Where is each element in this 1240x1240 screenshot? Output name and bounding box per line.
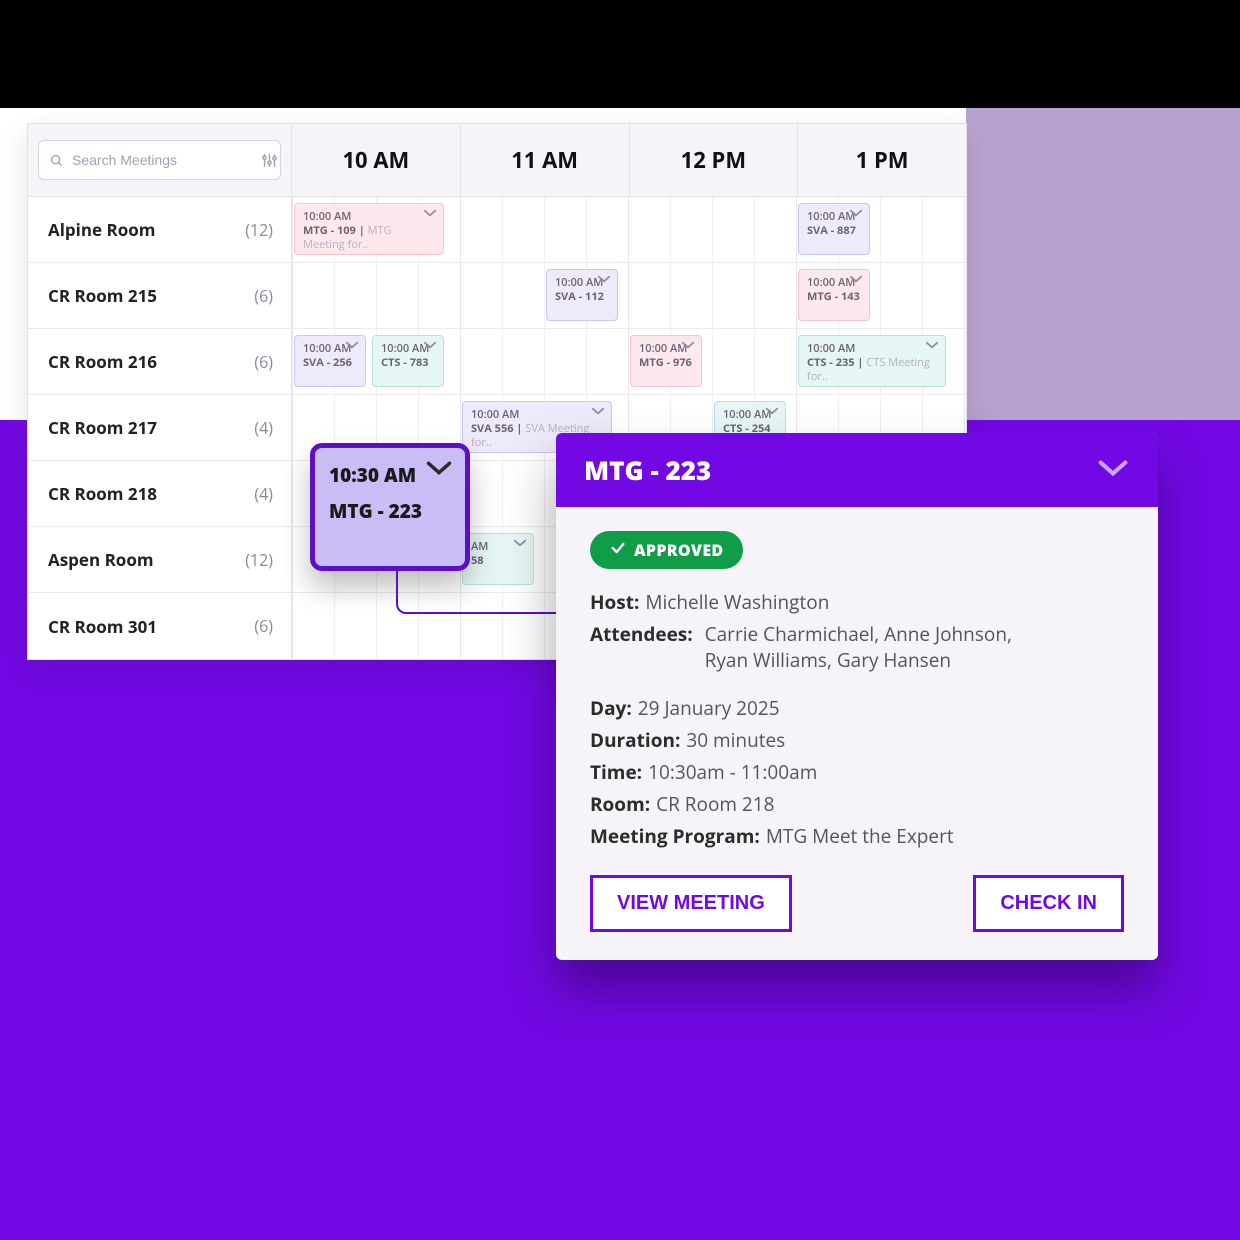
event-code: CTS - 783	[381, 355, 429, 370]
chevron-down-icon[interactable]	[849, 208, 863, 222]
event-time: 10:00 AM	[303, 210, 435, 224]
chevron-down-icon[interactable]	[597, 274, 611, 288]
status-text: APPROVED	[634, 539, 723, 561]
selected-code: MTG - 223	[329, 498, 451, 524]
view-meeting-button[interactable]: VIEW MEETING	[590, 875, 792, 932]
chevron-down-icon[interactable]	[345, 340, 359, 354]
day-label: Day:	[590, 695, 632, 721]
event-card[interactable]: 10:00 AMCTS - 235 | CTS Meeting for..	[798, 335, 946, 387]
check-in-button[interactable]: CHECK IN	[973, 875, 1124, 932]
scheduler-header: 10 AM 11 AM 12 PM 1 PM	[28, 124, 966, 197]
duration-label: Duration:	[590, 727, 680, 753]
room-name: CR Room 216	[48, 350, 157, 373]
event-card[interactable]: AM 58	[462, 533, 534, 585]
grid-row: 10:00 AMSVA - 25610:00 AMCTS - 78310:00 …	[292, 329, 966, 395]
time-header: 1 PM	[798, 124, 966, 196]
panel-header: MTG - 223	[556, 433, 1158, 507]
event-card[interactable]: 10:00 AMMTG - 143	[798, 269, 870, 321]
time-label: Time:	[590, 759, 642, 785]
host-label: Host:	[590, 589, 639, 615]
search-input-wrap[interactable]	[38, 140, 281, 180]
time-header: 12 PM	[630, 124, 799, 196]
filter-sliders-icon[interactable]	[261, 152, 278, 169]
room-label: Room:	[590, 791, 650, 817]
room-name: Aspen Room	[48, 548, 154, 571]
status-badge: APPROVED	[590, 531, 743, 569]
app-topbar	[0, 0, 1240, 108]
room-name: CR Room 215	[48, 284, 157, 307]
event-card[interactable]: 10:00 AMSVA - 112	[546, 269, 618, 321]
time-header: 11 AM	[461, 124, 630, 196]
program-label: Meeting Program:	[590, 823, 760, 849]
grid-row: 10:00 AMSVA - 112 10:00 AMMTG - 143	[292, 263, 966, 329]
room-count: (4)	[254, 483, 273, 505]
bg-purple-side	[966, 108, 1240, 420]
room-count: (12)	[245, 549, 273, 571]
event-code: SVA - 256	[303, 355, 352, 370]
event-code: MTG - 109 |	[303, 223, 365, 238]
chevron-down-icon[interactable]	[591, 406, 605, 420]
room-count: (6)	[254, 285, 273, 307]
event-code: MTG - 976	[639, 355, 692, 370]
attendees-label: Attendees:	[590, 621, 693, 647]
event-card-selected[interactable]: 10:30 AM MTG - 223	[310, 443, 470, 571]
room-name: Alpine Room	[48, 218, 155, 241]
search-icon	[49, 153, 64, 168]
chevron-down-icon[interactable]	[849, 274, 863, 288]
check-icon	[610, 539, 626, 561]
event-code: SVA - 112	[555, 289, 604, 304]
room-row[interactable]: Aspen Room (12)	[28, 527, 291, 593]
room-name: CR Room 217	[48, 416, 157, 439]
chevron-down-icon[interactable]	[423, 208, 437, 222]
time-value: 10:30am - 11:00am	[648, 759, 817, 785]
room-count: (6)	[254, 351, 273, 373]
program-value: MTG Meet the Expert	[766, 823, 954, 849]
chevron-down-icon[interactable]	[925, 340, 939, 354]
duration-value: 30 minutes	[686, 727, 785, 753]
event-code: CTS - 235 |	[807, 355, 863, 370]
time-header: 10 AM	[292, 124, 461, 196]
room-row[interactable]: CR Room 301 (6)	[28, 593, 291, 659]
attendees-value: Carrie Charmichael, Anne Johnson,	[705, 621, 1012, 647]
attendees-value-2: Ryan Williams, Gary Hansen	[705, 647, 951, 673]
meeting-detail-panel: MTG - 223 APPROVED Host: Michelle Washin…	[556, 433, 1158, 960]
event-card[interactable]: 10:00 AMMTG - 109 | MTG Meeting for..	[294, 203, 444, 255]
chevron-down-icon[interactable]	[423, 340, 437, 354]
event-code: SVA 556 |	[471, 421, 522, 436]
room-row[interactable]: CR Room 216 (6)	[28, 329, 291, 395]
grid-row: 10:00 AMMTG - 109 | MTG Meeting for..10:…	[292, 197, 966, 263]
panel-title: MTG - 223	[584, 452, 711, 488]
chevron-down-icon[interactable]	[765, 406, 779, 420]
event-code: 58	[471, 553, 484, 568]
chevron-down-icon[interactable]	[1096, 457, 1130, 484]
chevron-down-icon[interactable]	[425, 458, 453, 483]
rooms-column: Alpine Room(12)CR Room 215(6)CR Room 216…	[28, 197, 292, 659]
room-row[interactable]: Alpine Room (12)	[28, 197, 291, 263]
event-card[interactable]: 10:00 AMSVA - 256	[294, 335, 366, 387]
event-time: 10:00 AM	[471, 408, 603, 422]
search-input[interactable]	[72, 152, 253, 168]
room-row[interactable]: CR Room 217 (4)	[28, 395, 291, 461]
room-value: CR Room 218	[656, 791, 774, 817]
chevron-down-icon[interactable]	[681, 340, 695, 354]
event-card[interactable]: 10:00 AMMTG - 976	[630, 335, 702, 387]
event-card[interactable]: 10:00 AMSVA - 887	[798, 203, 870, 255]
room-name: CR Room 218	[48, 482, 157, 505]
room-count: (12)	[245, 219, 273, 241]
room-count: (4)	[254, 417, 273, 439]
room-row[interactable]: CR Room 218 (4)	[28, 461, 291, 527]
event-card[interactable]: 10:00 AMCTS - 783	[372, 335, 444, 387]
chevron-down-icon[interactable]	[513, 538, 527, 552]
day-value: 29 January 2025	[638, 695, 780, 721]
host-value: Michelle Washington	[645, 589, 829, 615]
event-code: SVA - 887	[807, 223, 856, 238]
room-row[interactable]: CR Room 215 (6)	[28, 263, 291, 329]
room-count: (6)	[254, 615, 273, 637]
event-code: MTG - 143	[807, 289, 860, 304]
room-name: CR Room 301	[48, 615, 157, 638]
event-time: 10:00 AM	[807, 342, 937, 356]
